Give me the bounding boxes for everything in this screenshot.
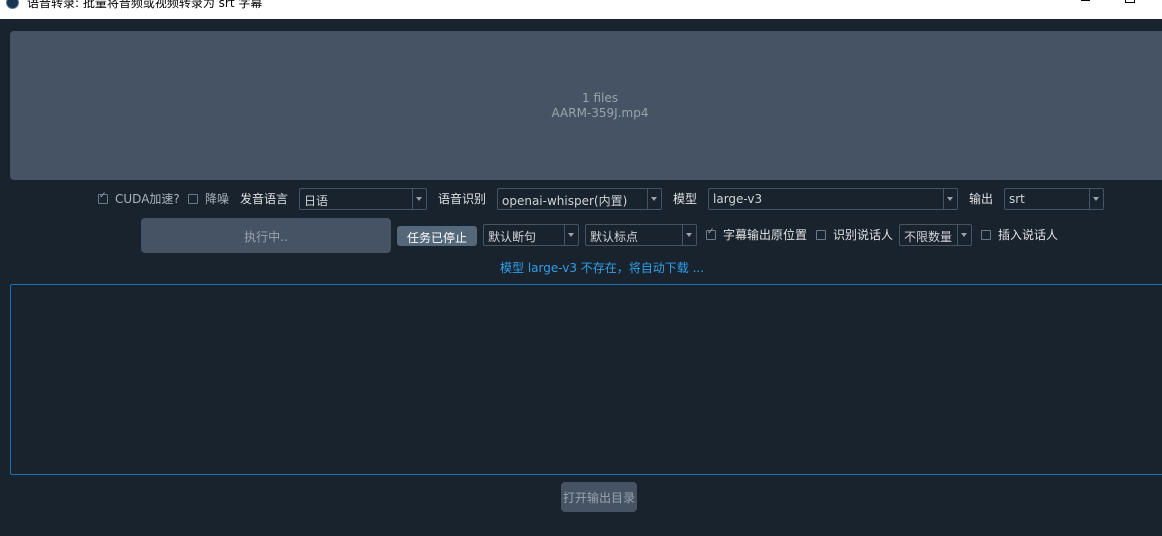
split-value: 默认断句 <box>488 230 537 244</box>
file-name: AARM-359J.mp4 <box>551 106 649 120</box>
chevron-down-icon <box>943 189 957 209</box>
subtitle-position-checkbox[interactable] <box>706 227 716 240</box>
output-label: 输出 <box>969 192 994 206</box>
chevron-down-icon <box>957 225 971 245</box>
asr-select[interactable]: openai-whisper(内置) <box>497 188 662 210</box>
asr-label: 语音识别 <box>438 192 487 206</box>
chevron-down-icon <box>564 225 578 245</box>
subtitle-position-label: 字幕输出原位置 <box>723 228 808 242</box>
punctuation-select[interactable]: 默认标点 <box>585 224 697 246</box>
insert-speaker-label: 插入说话人 <box>998 228 1059 242</box>
chevron-down-icon <box>412 189 426 209</box>
speaker-label: 识别说话人 <box>833 228 894 242</box>
minimize-icon[interactable] <box>1076 0 1096 12</box>
cuda-label: CUDA加速? <box>115 192 180 206</box>
speaker-count-select[interactable]: 不限数量 <box>899 224 972 246</box>
speaker-count-value: 不限数量 <box>904 230 953 244</box>
file-drop-zone[interactable]: 1 files AARM-359J.mp4 <box>10 31 1162 180</box>
window-title: 语音转录: 批量将音频或视频转录为 srt 字幕 <box>27 0 263 10</box>
denoise-label: 降噪 <box>205 192 230 206</box>
split-select[interactable]: 默认断句 <box>483 224 579 246</box>
output-value: srt <box>1009 192 1025 206</box>
open-output-dir-label: 打开输出目录 <box>562 491 635 505</box>
cuda-checkbox[interactable] <box>98 191 108 204</box>
output-select[interactable]: srt <box>1004 188 1104 210</box>
chevron-down-icon <box>647 189 661 209</box>
file-count: 1 files <box>582 91 618 105</box>
speaker-checkbox[interactable] <box>816 230 826 240</box>
app-icon <box>6 0 19 9</box>
maximize-icon[interactable] <box>1120 0 1140 12</box>
status-message: 模型 large-v3 不存在，将自动下载 ... <box>500 261 705 275</box>
chevron-down-icon <box>682 225 696 245</box>
language-value: 日语 <box>304 194 329 208</box>
denoise-checkbox[interactable] <box>188 194 198 204</box>
run-button[interactable]: 执行中.. <box>141 218 391 253</box>
open-output-dir-button[interactable]: 打开输出目录 <box>561 482 637 512</box>
stop-button-label: 任务已停止 <box>406 231 467 245</box>
chevron-down-icon <box>1089 189 1103 209</box>
run-button-label: 执行中.. <box>244 230 288 244</box>
model-value: large-v3 <box>713 192 763 206</box>
title-bar: 语音转录: 批量将音频或视频转录为 srt 字幕 <box>0 0 1162 19</box>
model-label: 模型 <box>673 192 698 206</box>
stop-button[interactable]: 任务已停止 <box>397 226 477 246</box>
log-textarea[interactable] <box>10 284 1162 475</box>
language-label: 发音语言 <box>240 192 289 206</box>
insert-speaker-checkbox[interactable] <box>981 230 991 240</box>
model-select[interactable]: large-v3 <box>708 188 958 210</box>
language-select[interactable]: 日语 <box>299 188 427 210</box>
asr-value: openai-whisper(内置) <box>502 194 628 208</box>
punctuation-value: 默认标点 <box>590 230 639 244</box>
